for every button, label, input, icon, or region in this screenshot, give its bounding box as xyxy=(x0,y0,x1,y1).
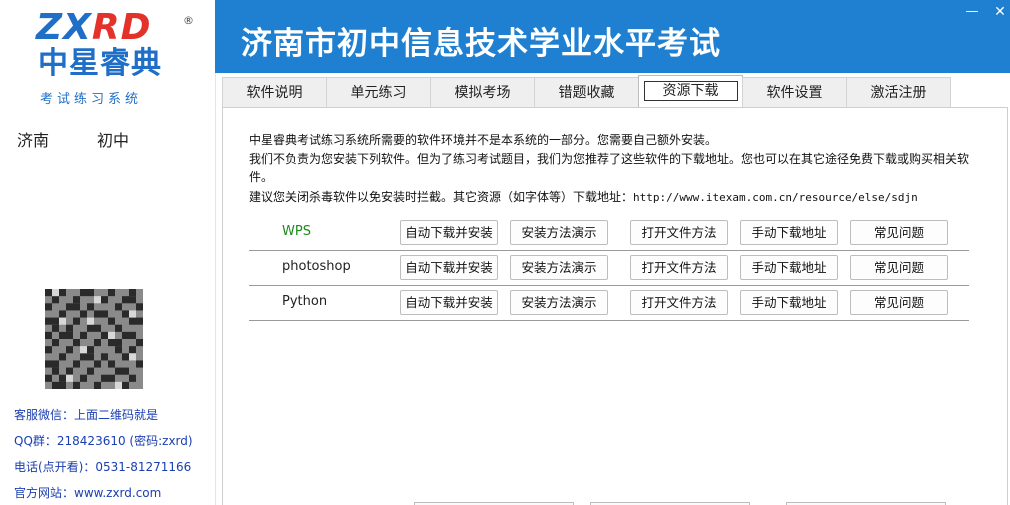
contact-wechat: 客服微信：上面二维码就是 xyxy=(14,408,159,422)
resource-url[interactable]: http://www.itexam.com.cn/resource/else/s… xyxy=(633,191,918,204)
auto-install-button[interactable]: 自动下载并安装 xyxy=(400,255,498,280)
logo-wordmark: ZXRD xyxy=(36,7,152,48)
software-name: Python xyxy=(282,294,328,309)
open-file-method-button[interactable]: 打开文件方法 xyxy=(630,290,728,315)
tab-unit-practice[interactable]: 单元练习 xyxy=(326,77,431,108)
logo: ZXRD ® 中星睿典 考试练习系统 xyxy=(0,0,215,109)
tab-mistake-collection[interactable]: 错题收藏 xyxy=(534,77,639,108)
manual-download-button[interactable]: 手动下载地址 xyxy=(740,290,838,315)
contact-website[interactable]: 官方网站：www.zxrd.com xyxy=(14,484,161,501)
level-label: 初中 xyxy=(97,131,130,150)
faq-button[interactable]: 常见问题 xyxy=(850,290,948,315)
registered-mark: ® xyxy=(183,14,194,27)
tab-resource-download[interactable]: 资源下载 xyxy=(638,75,743,108)
install-demo-button[interactable]: 安装方法演示 xyxy=(510,290,608,315)
auto-install-button[interactable]: 自动下载并安装 xyxy=(400,220,498,245)
software-row-photoshop: photoshop 自动下载并安装 安装方法演示 打开文件方法 手动下载地址 常… xyxy=(249,251,969,286)
logo-subtitle: 考试练习系统 xyxy=(40,92,143,107)
install-demo-button[interactable]: 安装方法演示 xyxy=(510,255,608,280)
open-file-method-button[interactable]: 打开文件方法 xyxy=(630,220,728,245)
faq-button[interactable]: 常见问题 xyxy=(850,220,948,245)
software-row-python: Python 自动下载并安装 安装方法演示 打开文件方法 手动下载地址 常见问题 xyxy=(249,286,969,321)
notice-line-1: 中星睿典考试练习系统所需要的软件环境并不是本系统的一部分。您需要自己额外安装。 xyxy=(249,133,718,147)
notice-line-3: 建议您关闭杀毒软件以免安装时拦截。其它资源（如字体等）下载地址：http://w… xyxy=(249,190,918,204)
sidebar-divider xyxy=(215,73,216,505)
faq-button[interactable]: 常见问题 xyxy=(850,255,948,280)
software-name: WPS xyxy=(282,224,311,239)
notice-line-2: 我们不负责为您安装下列软件。但为了练习考试题目，我们为您推荐了这些软件的下载地址… xyxy=(249,152,970,184)
install-demo-button[interactable]: 安装方法演示 xyxy=(510,220,608,245)
wechat-qr-code xyxy=(45,289,143,389)
close-button[interactable]: ✕ xyxy=(989,4,1010,22)
manual-download-button[interactable]: 手动下载地址 xyxy=(740,220,838,245)
app-title: 济南市初中信息技术学业水平考试 xyxy=(241,26,721,62)
minimize-button[interactable]: — xyxy=(961,4,983,22)
city-label: 济南 xyxy=(17,131,50,150)
open-file-method-button[interactable]: 打开文件方法 xyxy=(630,255,728,280)
tab-software-settings[interactable]: 软件设置 xyxy=(742,77,847,108)
contact-phone[interactable]: 电话(点开看)：0531-81271166 xyxy=(14,458,191,475)
auto-install-button[interactable]: 自动下载并安装 xyxy=(400,290,498,315)
logo-chinese-name: 中星睿典 xyxy=(38,46,162,81)
tab-mock-exam[interactable]: 模拟考场 xyxy=(430,77,535,108)
contact-qq-group[interactable]: QQ群：218423610 (密码:zxrd) xyxy=(14,432,193,449)
tab-bar: 软件说明 单元练习 模拟考场 错题收藏 资源下载 软件设置 激活注册 xyxy=(222,75,951,108)
tab-activation[interactable]: 激活注册 xyxy=(846,77,951,108)
tab-software-info[interactable]: 软件说明 xyxy=(222,77,327,108)
software-name: photoshop xyxy=(282,259,351,274)
manual-download-button[interactable]: 手动下载地址 xyxy=(740,255,838,280)
software-row-wps: WPS 自动下载并安装 安装方法演示 打开文件方法 手动下载地址 常见问题 xyxy=(249,216,969,251)
